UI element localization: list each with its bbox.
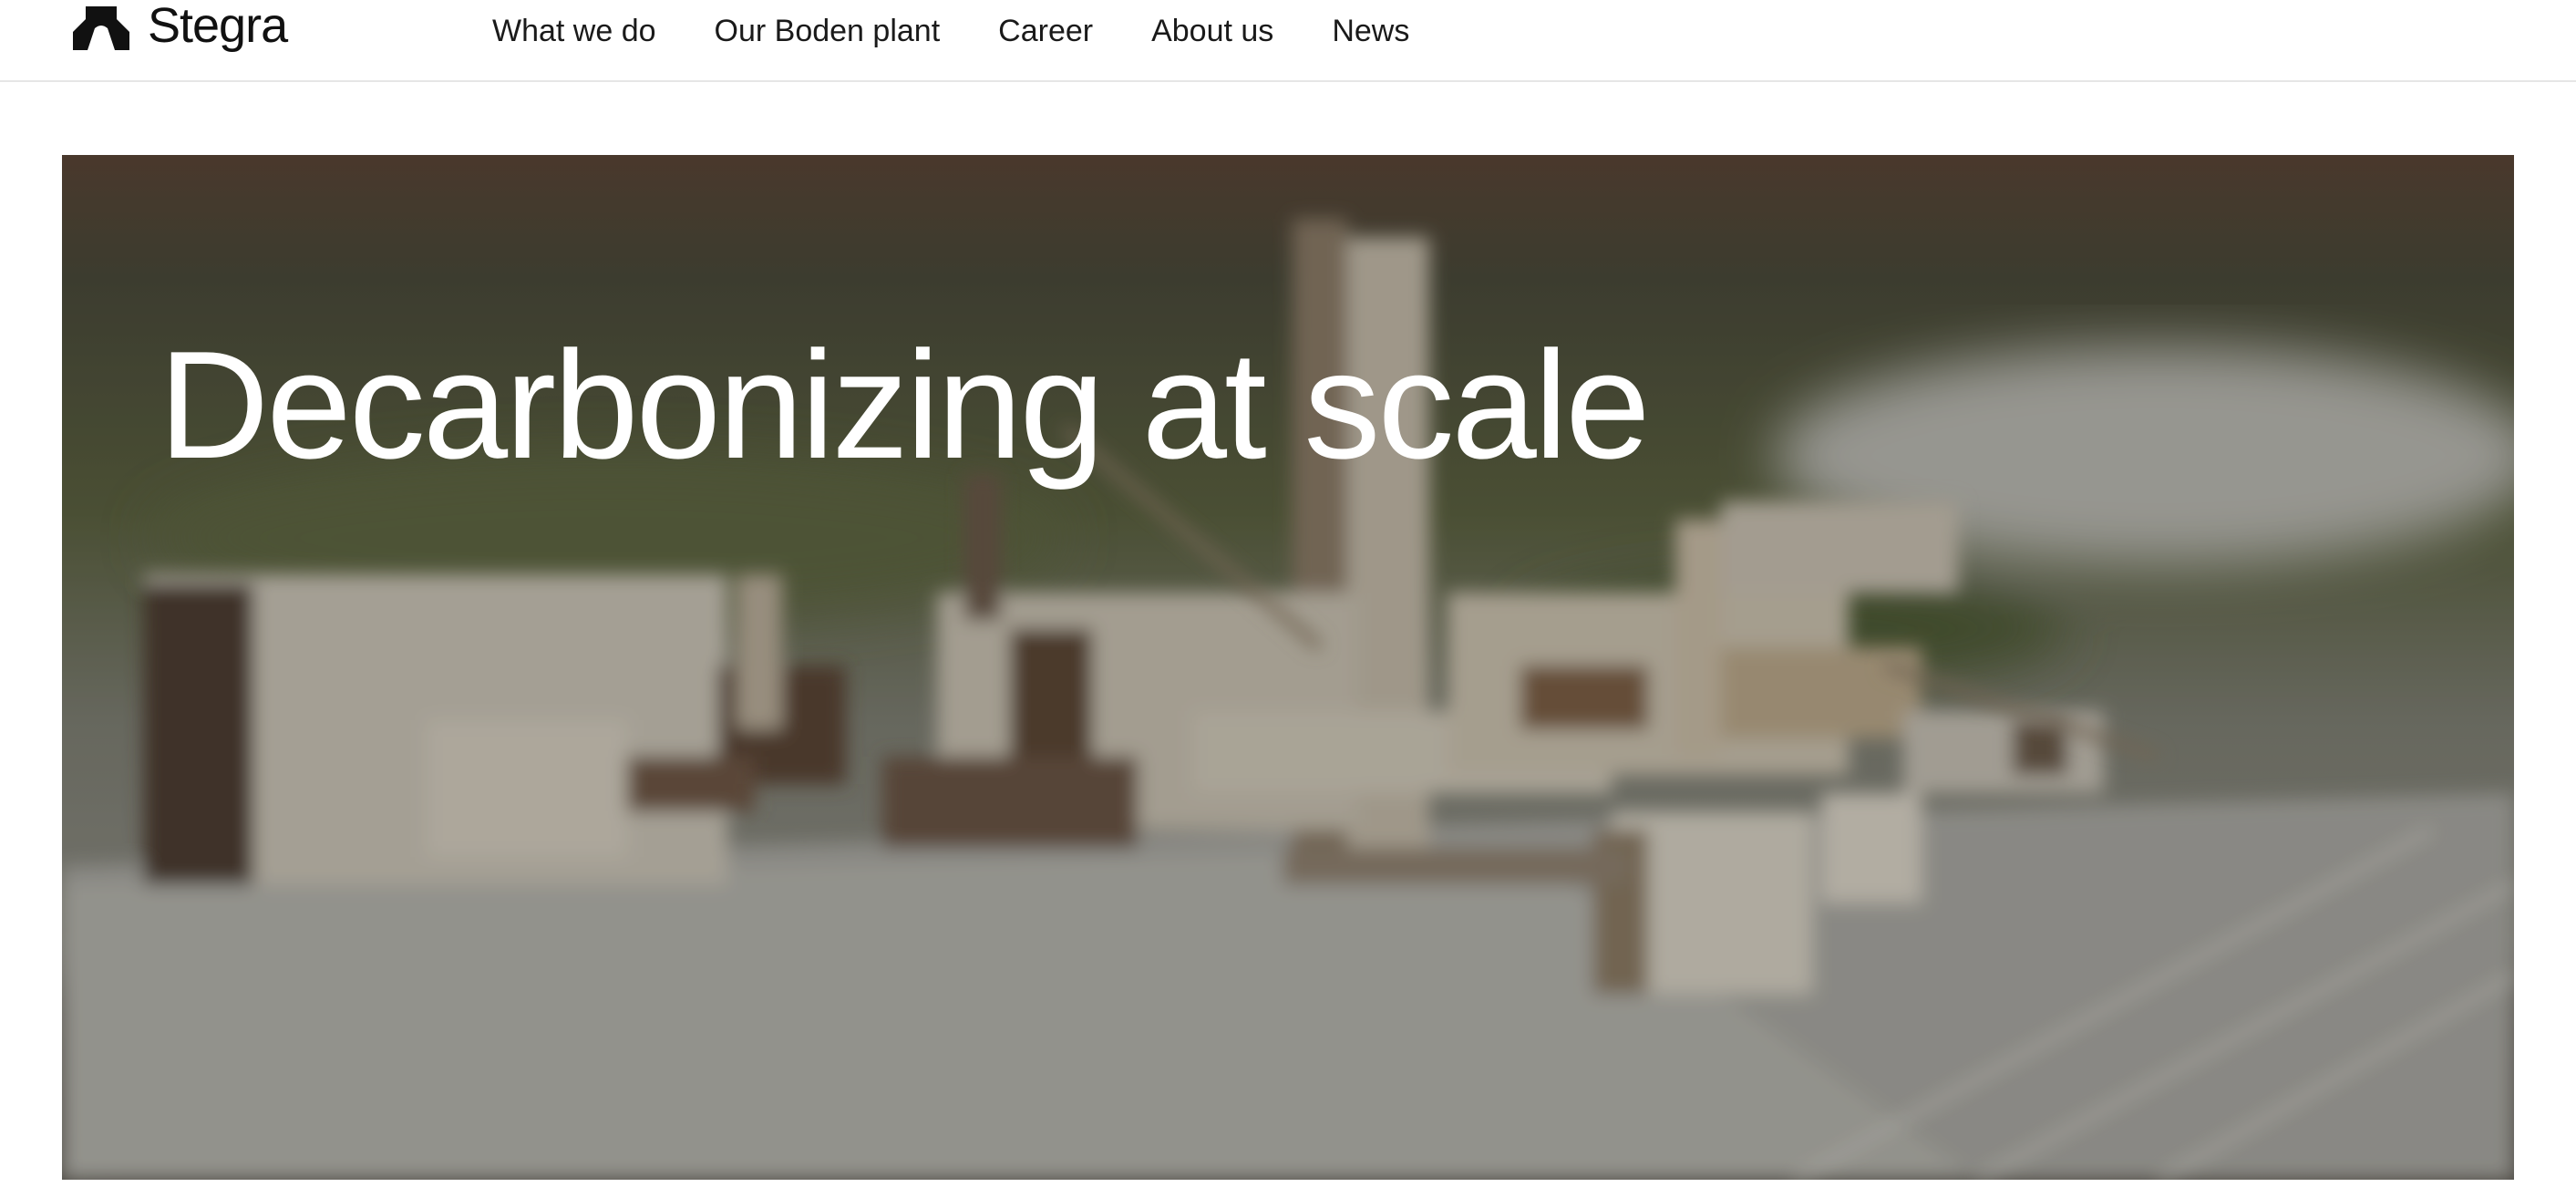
nav-our-boden-plant[interactable]: Our Boden plant [715,14,941,49]
home-logo-link[interactable]: Stegra [73,0,288,57]
nav-news[interactable]: News [1332,14,1409,49]
nav-what-we-do[interactable]: What we do [492,14,656,49]
site-header: Stegra What we do Our Boden plant Career… [0,0,2576,82]
hero-background-image [62,155,2514,1180]
stegra-logo-icon [73,6,129,50]
main-nav: What we do Our Boden plant Career About … [492,0,1468,62]
nav-career[interactable]: Career [998,14,1093,49]
hero-title: Decarbonizing at scale [159,319,1651,490]
nav-about-us[interactable]: About us [1151,14,1273,49]
logo-text: Stegra [148,0,288,53]
hero-banner: Decarbonizing at scale [62,155,2514,1180]
